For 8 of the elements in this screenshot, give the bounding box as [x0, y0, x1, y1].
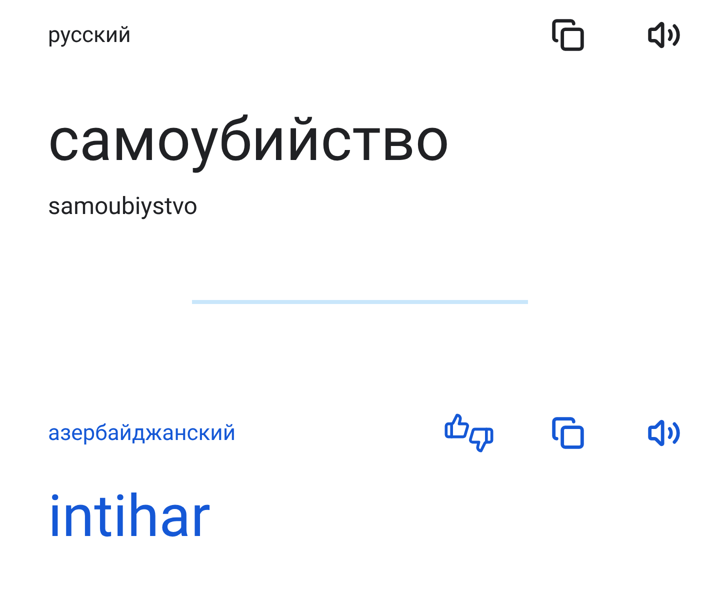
source-text: самоубийство [48, 104, 450, 176]
copy-icon [551, 416, 585, 450]
transliteration: samoubiystvo [48, 191, 198, 222]
thumbs-up-down-icon [444, 413, 494, 453]
copy-icon [551, 18, 585, 52]
target-language: азербайджанский [48, 420, 237, 448]
translation-text: intihar [48, 482, 212, 552]
source-language: русский [48, 22, 132, 50]
